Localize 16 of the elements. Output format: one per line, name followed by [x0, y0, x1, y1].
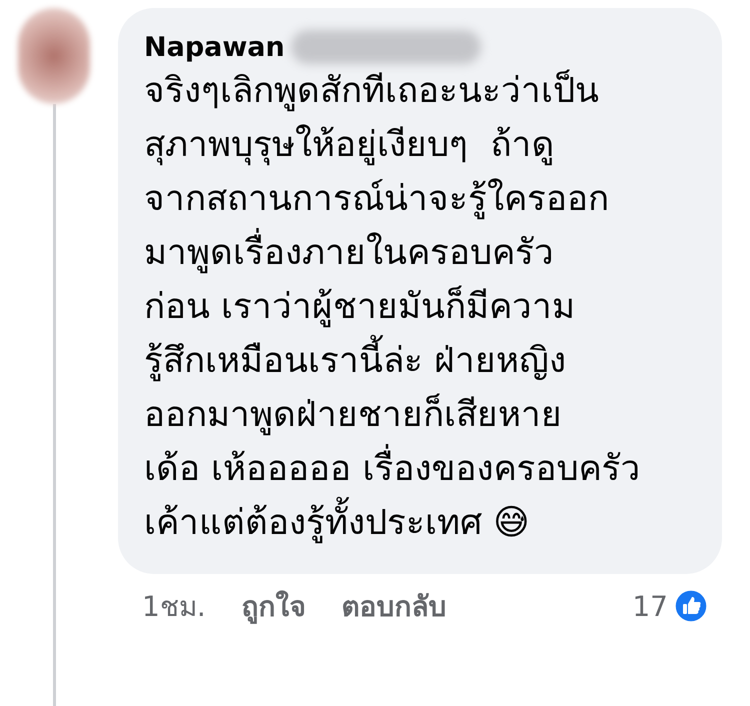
- action-link[interactable]: ถูกใจ: [242, 584, 306, 628]
- comment-line: จากสถานการณ์น่าจะรู้ใครออก: [144, 177, 610, 222]
- comment-line: ก่อน เราว่าผู้ชายมันก็มีความ: [144, 284, 576, 330]
- comment-line: ออกมาพูดฝ่ายชายก็เสียหาย: [144, 392, 563, 438]
- timestamp[interactable]: 1ชม.: [142, 584, 206, 628]
- reaction-count[interactable]: 17: [632, 590, 668, 622]
- comment-line: มาพูดเรื่องภายในครอบครัว: [144, 226, 696, 280]
- comment-line: สุภาพบุรุษให้อยู่เงียบๆ ถ้าดู: [144, 123, 556, 168]
- comment-line: รู้สึกเหมือนเรานี้ล่ะ ฝ่ายหญิง: [144, 334, 696, 388]
- avatar[interactable]: [18, 8, 90, 104]
- comment-line: เค้าแต่ต้องรู้ทั้งประเทศ 😅: [144, 496, 696, 550]
- author-name[interactable]: Napawan: [144, 32, 285, 62]
- comment-line: เด้อ เห้อออออ เรื่องของครอบครัว: [144, 442, 696, 496]
- thumbs-up-icon[interactable]: [674, 589, 708, 623]
- action-link[interactable]: ตอบกลับ: [342, 584, 447, 628]
- comment-line: จริงๆเลิกพูดสักทีเถอะนะว่าเป็น: [144, 68, 600, 114]
